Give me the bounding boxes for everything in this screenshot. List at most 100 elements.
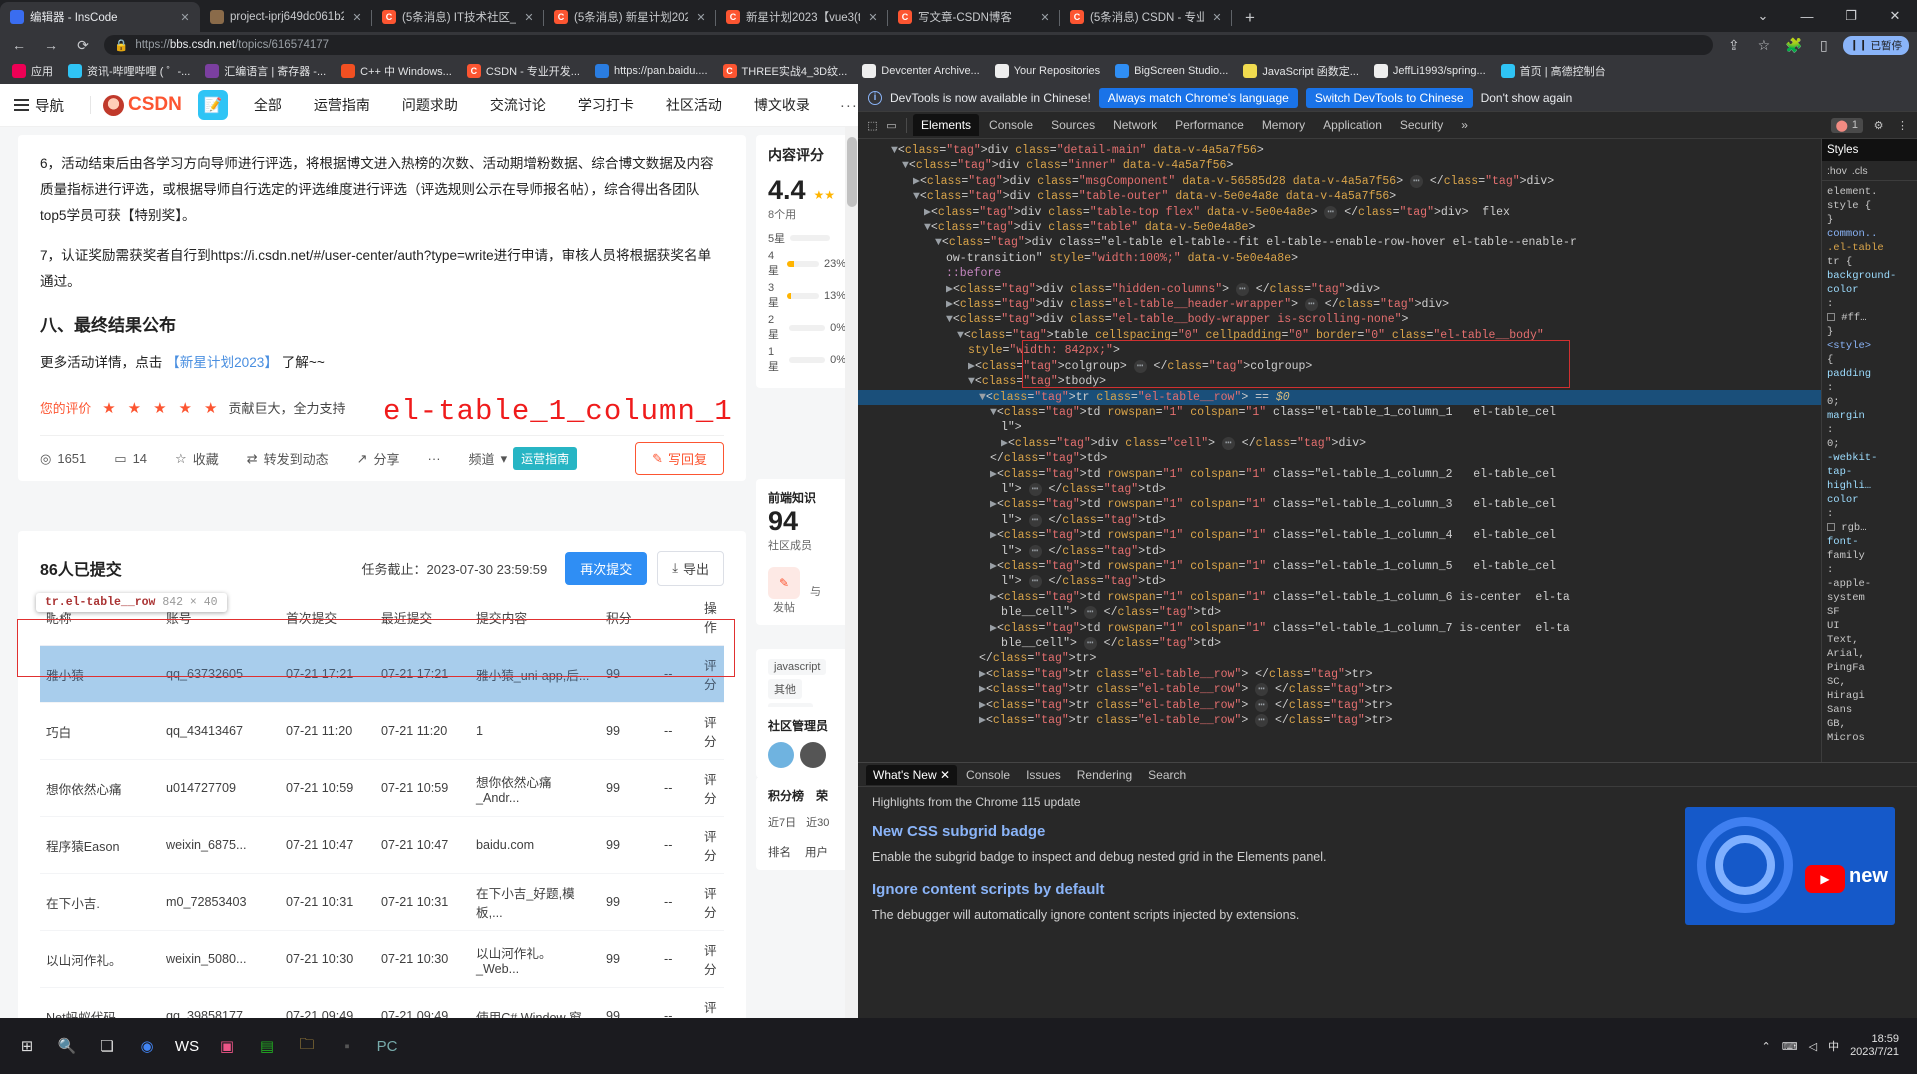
tray-ime-icon[interactable]: 中 bbox=[1828, 1038, 1839, 1054]
bookmark-8[interactable]: Your Repositories bbox=[989, 62, 1106, 80]
new-tab-button[interactable]: + bbox=[1236, 4, 1264, 32]
table-cell-7[interactable]: 评分 bbox=[698, 759, 724, 817]
rank-filter-7d[interactable]: 近7日 bbox=[768, 814, 796, 830]
pc-icon[interactable]: PC bbox=[370, 1029, 404, 1063]
devtools-tab-sources[interactable]: Sources bbox=[1043, 114, 1103, 136]
dom-node-line-10[interactable]: ▶<class="tag">div class="el-table__heade… bbox=[858, 297, 1821, 312]
dom-node-line-31[interactable]: ▶<class="tag">td rowspan="1" colspan="1"… bbox=[858, 621, 1821, 636]
dom-node-line-35[interactable]: ▶<class="tag">tr class="el-table__row"> … bbox=[858, 682, 1821, 697]
dom-node-line-18[interactable]: l"> bbox=[858, 420, 1821, 435]
devtools-tab-console[interactable]: Console bbox=[981, 114, 1041, 136]
avatar[interactable] bbox=[800, 742, 826, 768]
collect-button[interactable]: ☆ 收藏 bbox=[175, 449, 219, 468]
star-icon[interactable]: ★ bbox=[128, 399, 141, 417]
bookmark-10[interactable]: JavaScript 函数定... bbox=[1237, 61, 1365, 81]
rank-tab-2[interactable]: 荣 bbox=[816, 787, 828, 804]
rating-stars[interactable]: ★ ★ ★ ★ ★ bbox=[102, 399, 217, 417]
dom-node-line-3[interactable]: ▼<class="tag">div class="table-outer" da… bbox=[858, 189, 1821, 204]
table-row[interactable]: 巧白 qq_43413467 07-21 11:20 07-21 11:20 1 99 --… bbox=[40, 702, 724, 760]
dom-node-line-8[interactable]: ::before bbox=[858, 266, 1821, 281]
drawer-tab-1[interactable]: Console bbox=[959, 765, 1017, 785]
table-cell-7[interactable]: 评分 bbox=[698, 987, 724, 1018]
channel-tag[interactable]: 运营指南 bbox=[513, 447, 578, 470]
dom-node-line-5[interactable]: ▼<class="tag">div class="table" data-v-5… bbox=[858, 220, 1821, 235]
dom-node-line-20[interactable]: </class="tag">td> bbox=[858, 451, 1821, 466]
reload-button[interactable]: ⟳ bbox=[72, 34, 94, 56]
bookmark-1[interactable]: 资讯-哔哩哔哩 ( ゜-... bbox=[62, 61, 196, 81]
table-cell-7[interactable]: 评分 bbox=[698, 702, 724, 760]
back-button[interactable]: ← bbox=[8, 34, 30, 56]
nav-item-3[interactable]: 交流讨论 bbox=[474, 95, 562, 115]
tray-keyboard-icon[interactable]: ⌨ bbox=[1782, 1040, 1798, 1053]
star-icon[interactable]: ★ bbox=[102, 399, 115, 417]
start-button[interactable]: ⊞ bbox=[10, 1029, 44, 1063]
page-scrollbar-thumb[interactable] bbox=[847, 137, 857, 207]
table-cell-7[interactable]: 评分 bbox=[698, 930, 724, 988]
table-row[interactable]: 雅小猿 qq_63732605 07-21 17:21 07-21 17:21 雅小猿_… bbox=[40, 645, 724, 703]
table-cell-7[interactable]: 评分 bbox=[698, 645, 724, 703]
rank-title[interactable]: 积分榜 bbox=[768, 787, 804, 804]
dom-node-line-0[interactable]: ▼<class="tag">div class="detail-main" da… bbox=[858, 143, 1821, 158]
tray-chevron-icon[interactable]: ⌃ bbox=[1761, 1040, 1770, 1053]
youtube-play-icon[interactable]: ▶ bbox=[1805, 865, 1845, 893]
dom-node-line-15[interactable]: ▼<class="tag">tbody> bbox=[858, 374, 1821, 389]
devtools-tab-security[interactable]: Security bbox=[1392, 114, 1451, 136]
table-cell-4[interactable]: baidu.com bbox=[470, 816, 600, 874]
tab-close-icon[interactable]: ✕ bbox=[1038, 11, 1052, 24]
community-tag-0[interactable]: javascript bbox=[768, 659, 827, 675]
dom-node-line-26[interactable]: l"> ⋯ </class="tag">td> bbox=[858, 544, 1821, 559]
comments-count[interactable]: ▭ 14 bbox=[114, 451, 147, 467]
nav-item-1[interactable]: 运营指南 bbox=[298, 95, 386, 115]
table-row[interactable]: 想你依然心痛 u014727709 07-21 10:59 07-21 10:59 想你… bbox=[40, 759, 724, 817]
table-cell-4[interactable]: 以山河作礼。_Web... bbox=[470, 930, 600, 988]
folder-icon[interactable]: 🗀 bbox=[290, 1029, 324, 1063]
tab-close-icon[interactable]: ✕ bbox=[1210, 11, 1224, 24]
channel-selector[interactable]: 频道 ▾ 运营指南 bbox=[469, 447, 578, 470]
tab-close-icon[interactable]: ✕ bbox=[694, 11, 708, 24]
dom-node-line-9[interactable]: ▶<class="tag">div class="hidden-columns"… bbox=[858, 282, 1821, 297]
dom-node-line-27[interactable]: ▶<class="tag">td rowspan="1" colspan="1"… bbox=[858, 559, 1821, 574]
drawer-tab-4[interactable]: Search bbox=[1141, 765, 1193, 785]
dom-node-line-33[interactable]: </class="tag">tr> bbox=[858, 651, 1821, 666]
rank-filter-30d[interactable]: 近30 bbox=[806, 814, 829, 830]
dom-node-line-2[interactable]: ▶<class="tag">div class="msgComponent" d… bbox=[858, 174, 1821, 189]
resubmit-button[interactable]: 再次提交 bbox=[565, 551, 648, 585]
table-cell-4[interactable]: 1 bbox=[470, 702, 600, 760]
browser-tab-6[interactable]: C (5条消息) CSDN - 专业开发者社... ✕ bbox=[1060, 2, 1232, 32]
close-window-icon[interactable]: ✕ bbox=[1873, 0, 1917, 32]
ws-icon[interactable]: WS bbox=[170, 1029, 204, 1063]
dom-node-line-16[interactable]: ▼<class="tag">tr class="el-table__row"> … bbox=[858, 389, 1821, 405]
table-cell-4[interactable]: 雅小猿_uni-app,后... bbox=[470, 645, 600, 703]
kebab-icon[interactable]: ⋮ bbox=[1894, 117, 1911, 134]
maximize-icon[interactable]: ❐ bbox=[1829, 0, 1873, 32]
drawer-tab-0[interactable]: What's New ✕ bbox=[866, 764, 958, 785]
table-cell-4[interactable]: 使用C# Window 窗... bbox=[470, 987, 600, 1018]
write-reply-button[interactable]: ✎ 写回复 bbox=[635, 442, 724, 475]
bookmark-2[interactable]: 汇编语言 | 寄存器 -... bbox=[199, 61, 332, 81]
avatar[interactable] bbox=[768, 742, 794, 768]
community-tag-1[interactable]: 其他 bbox=[768, 679, 802, 699]
page-scrollbar-track[interactable] bbox=[845, 127, 858, 1018]
hover-state-button[interactable]: :hov bbox=[1827, 164, 1847, 178]
tab-close-icon[interactable]: ✕ bbox=[522, 11, 536, 24]
dom-node-line-21[interactable]: ▶<class="tag">td rowspan="1" colspan="1"… bbox=[858, 467, 1821, 482]
share-icon[interactable]: ⇪ bbox=[1723, 34, 1745, 56]
devtools-tab-overflow[interactable]: » bbox=[1453, 114, 1476, 136]
forward-button[interactable]: ⇄ 转发到动态 bbox=[247, 449, 329, 468]
nav-item-0[interactable]: 全部 bbox=[238, 95, 298, 115]
extensions-puzzle-icon[interactable]: 🧩 bbox=[1783, 34, 1805, 56]
star-icon[interactable]: ★ bbox=[204, 399, 217, 417]
dom-node-line-30[interactable]: ble__cell"> ⋯ </class="tag">td> bbox=[858, 605, 1821, 620]
table-cell-4[interactable]: 在下小吉_好题,模板,... bbox=[470, 873, 600, 931]
tab-close-icon[interactable]: ✕ bbox=[350, 11, 364, 24]
tab-close-icon[interactable]: ✕ bbox=[866, 11, 880, 24]
class-button[interactable]: .cls bbox=[1852, 164, 1868, 178]
new-star-plan-link[interactable]: 【新星计划2023】 bbox=[166, 355, 278, 370]
green-icon[interactable]: ▤ bbox=[250, 1029, 284, 1063]
browser-tab-5[interactable]: C 写文章-CSDN博客 ✕ bbox=[888, 2, 1060, 32]
table-row[interactable]: Net蚂蚁代码 qq_39858177 07-21 09:49 07-21 09:49… bbox=[40, 987, 724, 1018]
table-row[interactable]: 以山河作礼。 weixin_5080... 07-21 10:30 07-21 10:… bbox=[40, 930, 724, 988]
browser-tab-3[interactable]: C (5条消息) 新星计划2023-CSDN ✕ bbox=[544, 2, 716, 32]
share-button[interactable]: ↗ 分享 bbox=[357, 449, 400, 468]
address-bar[interactable]: 🔒 https://bbs.csdn.net/topics/616574177 bbox=[104, 35, 1713, 55]
